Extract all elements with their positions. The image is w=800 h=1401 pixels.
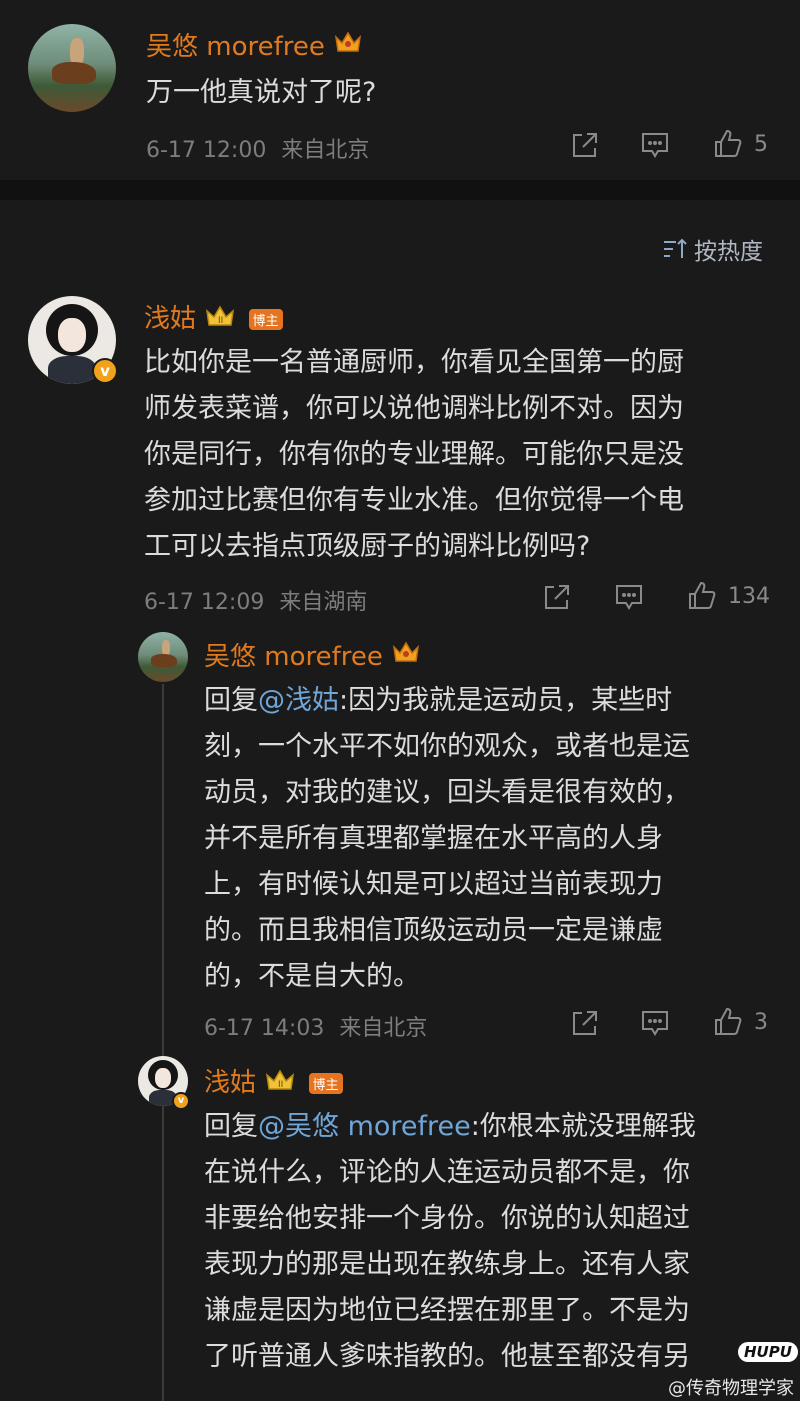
reply-line: 非要给他安排一个身份。你说的认知超过 xyxy=(204,1203,690,1234)
like-button[interactable]: 134 xyxy=(686,580,770,612)
comment-location: 来自湖南 xyxy=(279,590,368,615)
avatar-horse xyxy=(52,62,96,84)
reply-line: :你根本就没理解我 xyxy=(470,1111,696,1142)
reply-time: 6-17 14:03 xyxy=(204,1016,325,1041)
crown-icon xyxy=(333,29,363,62)
comment-location: 来自北京 xyxy=(281,138,370,163)
comment-meta: 6-17 12:09 来自湖南 xyxy=(144,584,367,616)
thumbs-up-icon xyxy=(715,129,742,157)
username[interactable]: 浅姑 II 博主 xyxy=(204,1062,343,1100)
reply-line: 的，不是自大的。 xyxy=(204,961,420,992)
reply-first-line: 回复@吴悠 morefree:你根本就没理解我 xyxy=(204,1104,774,1150)
comment-text: 万一他真说对了呢? xyxy=(146,77,377,108)
avatar-body xyxy=(48,356,96,384)
like-button[interactable]: 5 xyxy=(712,128,768,160)
crown-level-icon: II xyxy=(264,1067,300,1100)
comment-icon[interactable] xyxy=(614,582,644,612)
watermark-logo: HUPU xyxy=(738,1342,798,1362)
reply-first-line: 回复@浅姑:因为我就是运动员，某些时 xyxy=(204,678,774,724)
comment-line: 你是同行，你有你的专业理解。可能你只是没 xyxy=(144,439,684,470)
reply-line: 刻，一个水平不如你的观众，或者也是运 xyxy=(204,731,690,762)
svg-text:II: II xyxy=(218,316,223,326)
comment-line: 比如你是一名普通厨师，你看见全国第一的厨 xyxy=(144,347,684,378)
reply-line: 并不是所有真理都掌握在水平高的人身 xyxy=(204,823,663,854)
reply-location: 来自北京 xyxy=(339,1016,428,1041)
mention-link[interactable]: @浅姑 xyxy=(258,685,339,716)
sort-icon xyxy=(664,238,687,258)
author-badge: 博主 xyxy=(308,1073,343,1094)
verified-badge-icon: v xyxy=(172,1092,190,1110)
share-icon[interactable] xyxy=(542,582,572,612)
reply-body: 回复@浅姑:因为我就是运动员，某些时 刻，一个水平不如你的观众，或者也是运 动员… xyxy=(204,678,774,1000)
avatar-face xyxy=(58,318,86,352)
username-text: 浅姑 xyxy=(144,304,197,334)
username[interactable]: 吴悠 morefree xyxy=(146,26,363,63)
comment-meta: 6-17 12:00 来自北京 xyxy=(146,132,369,164)
like-count: 134 xyxy=(728,583,770,609)
like-count: 5 xyxy=(754,131,768,157)
svg-text:II: II xyxy=(278,1080,283,1090)
sort-button[interactable]: 按热度 xyxy=(662,232,763,266)
username-text: 浅姑 xyxy=(204,1068,257,1098)
like-count: 3 xyxy=(754,1009,768,1035)
username-text: 吴悠 morefree xyxy=(146,32,325,62)
comment-line: 工可以去指点顶级厨子的调料比例吗? xyxy=(144,531,591,562)
like-button[interactable]: 3 xyxy=(712,1006,768,1038)
reply-line: 谦虚是因为地位已经摆在那里了。不是为 xyxy=(204,1295,690,1326)
reply-line: :因为我就是运动员，某些时 xyxy=(339,685,673,716)
comment-time: 6-17 12:00 xyxy=(146,138,267,163)
comment-body: 比如你是一名普通厨师，你看见全国第一的厨 师发表菜谱，你可以说他调料比例不对。因… xyxy=(144,340,764,570)
avatar-face xyxy=(155,1068,171,1088)
author-badge: 博主 xyxy=(248,309,283,330)
comment-time: 6-17 12:09 xyxy=(144,590,265,615)
avatar[interactable] xyxy=(28,24,116,112)
avatar[interactable] xyxy=(138,632,188,682)
crown-level-icon: II xyxy=(204,303,240,336)
username[interactable]: 吴悠 morefree xyxy=(204,636,421,673)
reply-line: 在说什么，评论的人连运动员都不是，你 xyxy=(204,1157,690,1188)
thumbs-up-icon xyxy=(715,1007,742,1035)
comment-line: 师发表菜谱，你可以说他调料比例不对。因为 xyxy=(144,393,684,424)
crown-icon xyxy=(391,639,421,672)
verified-badge-icon: v xyxy=(92,358,118,384)
sort-label: 按热度 xyxy=(694,239,763,265)
reply-line: 动员，对我的建议，回头看是很有效的， xyxy=(204,777,690,808)
reply-prefix: 回复 xyxy=(204,1111,258,1142)
comment-icon[interactable] xyxy=(640,1008,670,1038)
avatar-horse xyxy=(151,654,177,667)
share-icon[interactable] xyxy=(570,1008,600,1038)
comment-icon[interactable] xyxy=(640,130,670,160)
reply-line: 上，有时候认知是可以超过当前表现力 xyxy=(204,869,663,900)
thread-line xyxy=(162,684,164,1401)
reply-meta: 6-17 14:03 来自北京 xyxy=(204,1010,427,1042)
reply-prefix: 回复 xyxy=(204,685,258,716)
username[interactable]: 浅姑 II 博主 xyxy=(144,298,283,336)
mention-link[interactable]: @吴悠 morefree xyxy=(258,1111,471,1142)
username-text: 吴悠 morefree xyxy=(204,642,383,672)
section-divider xyxy=(0,180,800,200)
reply-body: 回复@吴悠 morefree:你根本就没理解我 在说什么，评论的人连运动员都不是… xyxy=(204,1104,774,1380)
reply-line: 的。而且我相信顶级运动员一定是谦虚 xyxy=(204,915,663,946)
comment-line: 参加过比赛但你有专业水准。但你觉得一个电 xyxy=(144,485,684,516)
share-icon[interactable] xyxy=(570,130,600,160)
watermark-text: @传奇物理学家 xyxy=(668,1378,794,1399)
thumbs-up-icon xyxy=(689,581,716,609)
reply-line: 表现力的那是出现在教练身上。还有人家 xyxy=(204,1249,690,1280)
